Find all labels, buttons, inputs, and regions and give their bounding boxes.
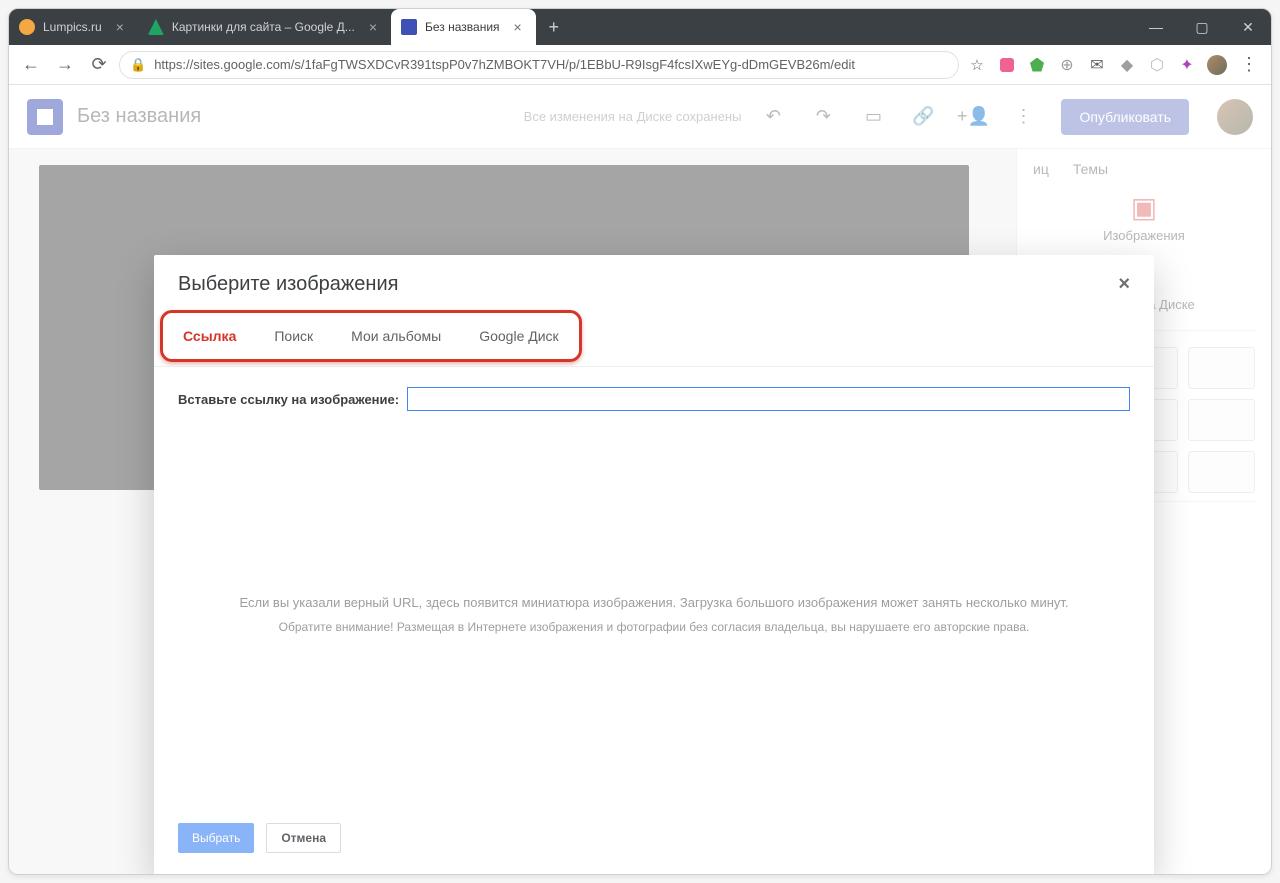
forward-button[interactable]: →: [51, 51, 79, 79]
url-text: https://sites.google.com/s/1faFgTWSXDCvR…: [154, 57, 855, 72]
close-icon[interactable]: ×: [514, 19, 522, 35]
tabs-highlight: Ссылка Поиск Мои альбомы Google Диск: [160, 310, 582, 362]
extension-icon[interactable]: ✦: [1175, 53, 1199, 77]
close-icon[interactable]: ×: [116, 19, 124, 35]
profile-avatar-icon[interactable]: [1205, 53, 1229, 77]
reload-button[interactable]: ⟳: [85, 51, 113, 79]
minimize-button[interactable]: —: [1133, 9, 1179, 45]
lock-icon: 🔒: [130, 57, 146, 73]
extension-icon[interactable]: ✉: [1085, 53, 1109, 77]
close-window-button[interactable]: ✕: [1225, 9, 1271, 45]
select-button[interactable]: Выбрать: [178, 823, 254, 853]
extension-icon[interactable]: ◆: [1115, 53, 1139, 77]
maximize-button[interactable]: ▢: [1179, 9, 1225, 45]
image-picker-modal: Выберите изображения × Ссылка Поиск Мои …: [154, 255, 1154, 875]
browser-tab-2[interactable]: Без названия ×: [391, 9, 536, 45]
modal-title: Выберите изображения: [178, 273, 398, 296]
bookmark-star-icon[interactable]: ☆: [965, 53, 989, 77]
url-input-label: Вставьте ссылку на изображение:: [178, 392, 399, 407]
chrome-menu-button[interactable]: ⋮: [1235, 51, 1263, 79]
tab-drive[interactable]: Google Диск: [475, 322, 562, 350]
browser-tab-1[interactable]: Картинки для сайта – Google Д... ×: [138, 9, 391, 45]
hint-text-1: Если вы указали верный URL, здесь появит…: [178, 591, 1130, 616]
tab-title: Lumpics.ru: [43, 20, 102, 34]
image-url-input[interactable]: [407, 387, 1130, 411]
tab-search[interactable]: Поиск: [270, 322, 317, 350]
browser-tab-0[interactable]: Lumpics.ru ×: [9, 9, 138, 45]
browser-titlebar: Lumpics.ru × Картинки для сайта – Google…: [9, 9, 1271, 45]
extension-icon[interactable]: [1025, 53, 1049, 77]
modal-close-button[interactable]: ×: [1118, 273, 1130, 296]
tab-title: Картинки для сайта – Google Д...: [172, 20, 355, 34]
browser-toolbar: ← → ⟳ 🔒 https://sites.google.com/s/1faFg…: [9, 45, 1271, 85]
tab-link[interactable]: Ссылка: [179, 322, 240, 350]
new-tab-button[interactable]: +: [542, 15, 566, 39]
tab-albums[interactable]: Мои альбомы: [347, 322, 445, 350]
extension-icon[interactable]: ⊕: [1055, 53, 1079, 77]
extension-icon[interactable]: [995, 53, 1019, 77]
cancel-button[interactable]: Отмена: [266, 823, 341, 853]
favicon-icon: [148, 19, 164, 35]
address-bar[interactable]: 🔒 https://sites.google.com/s/1faFgTWSXDC…: [119, 51, 959, 79]
favicon-icon: [401, 19, 417, 35]
extension-icon[interactable]: ⬡: [1145, 53, 1169, 77]
tab-title: Без названия: [425, 20, 500, 34]
favicon-icon: [19, 19, 35, 35]
close-icon[interactable]: ×: [369, 19, 377, 35]
hint-text-2: Обратите внимание! Размещая в Интернете …: [178, 616, 1130, 639]
back-button[interactable]: ←: [17, 51, 45, 79]
